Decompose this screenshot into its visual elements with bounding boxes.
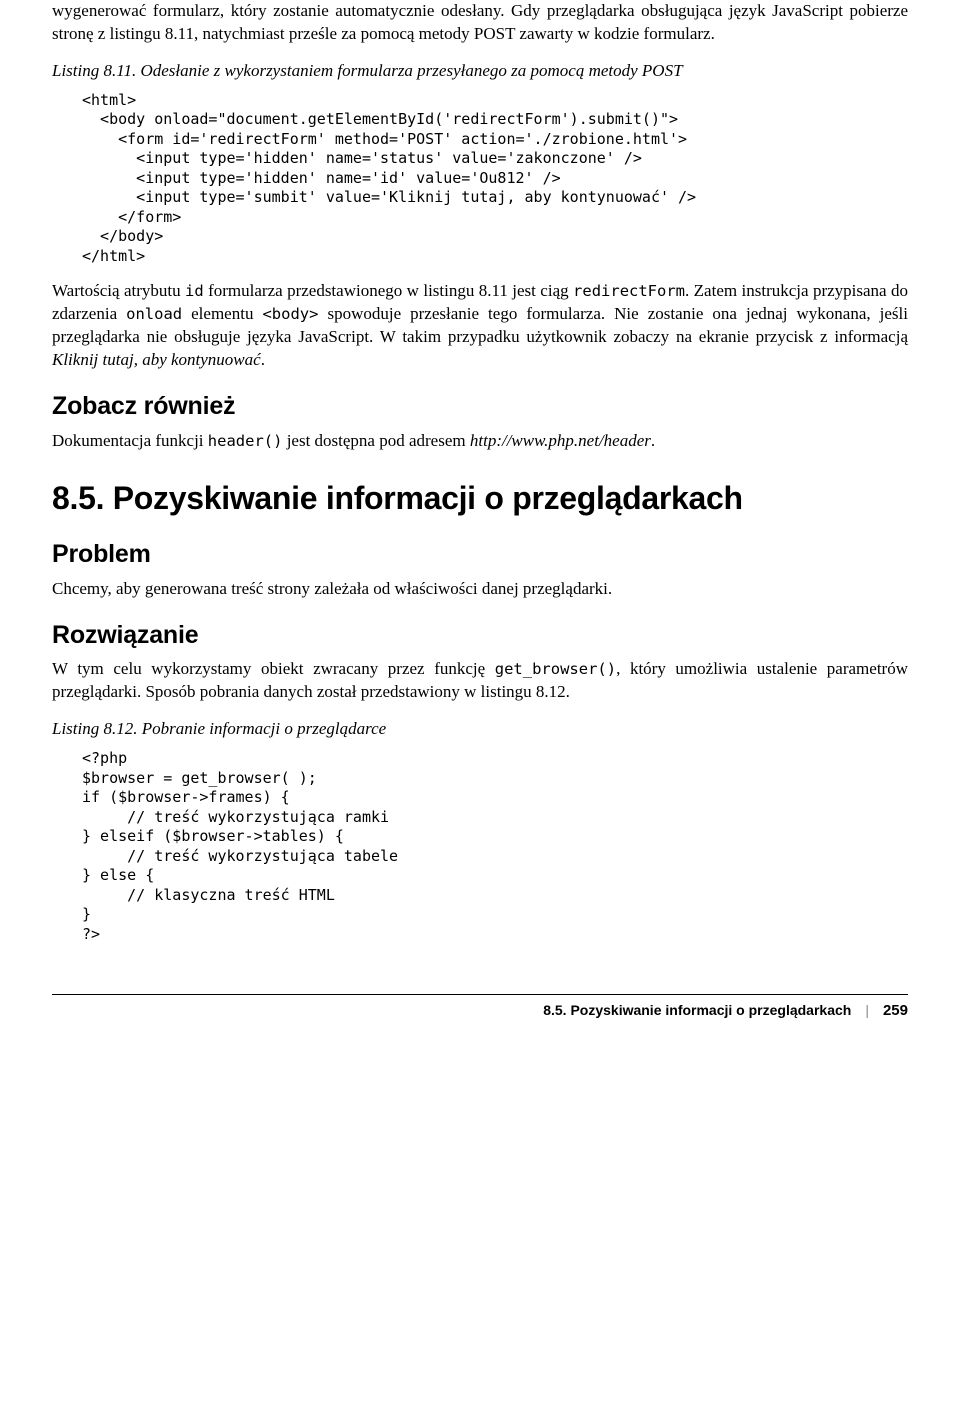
inline-code-onload: onload [126, 305, 182, 323]
text: elementu [182, 304, 262, 323]
url-header: http://www.php.net/header [470, 431, 651, 450]
listing-8-12-code: <?php $browser = get_browser( ); if ($br… [82, 749, 908, 944]
problem-paragraph: Chcemy, aby generowana treść strony zale… [52, 578, 908, 601]
solution-heading: Rozwiązanie [52, 619, 908, 653]
italic-kliknij: Kliknij tutaj, aby kontynuować [52, 350, 261, 369]
listing-8-12-caption: Listing 8.12. Pobranie informacji o prze… [52, 718, 908, 741]
inline-code-redirectform: redirectForm [573, 282, 685, 300]
see-also-paragraph: Dokumentacja funkcji header() jest dostę… [52, 430, 908, 453]
listing-8-11-code: <html> <body onload="document.getElement… [82, 91, 908, 267]
after-code-paragraph: Wartością atrybutu id formularza przedst… [52, 280, 908, 372]
problem-heading: Problem [52, 538, 908, 572]
text: Dokumentacja funkcji [52, 431, 208, 450]
section-8-5-heading: 8.5. Pozyskiwanie informacji o przegląda… [52, 477, 908, 520]
text: . [261, 350, 265, 369]
footer-separator: | [865, 1001, 869, 1020]
intro-paragraph: wygenerować formularz, który zostanie au… [52, 0, 908, 46]
inline-code-body: <body> [262, 305, 318, 323]
listing-8-11-caption: Listing 8.11. Odesłanie z wykorzystaniem… [52, 60, 908, 83]
inline-code-header: header() [208, 432, 283, 450]
text: Wartością atrybutu [52, 281, 185, 300]
footer-page-number: 259 [883, 1001, 908, 1021]
text: . [651, 431, 655, 450]
text: jest dostępna pod adresem [282, 431, 469, 450]
text: formularza przedstawionego w listingu 8.… [204, 281, 573, 300]
footer-section-title: 8.5. Pozyskiwanie informacji o przegląda… [543, 1001, 851, 1020]
solution-paragraph: W tym celu wykorzystamy obiekt zwracany … [52, 658, 908, 704]
inline-code-id: id [185, 282, 204, 300]
inline-code-getbrowser: get_browser() [495, 660, 616, 678]
text: W tym celu wykorzystamy obiekt zwracany … [52, 659, 495, 678]
see-also-heading: Zobacz również [52, 390, 908, 424]
page-footer: 8.5. Pozyskiwanie informacji o przegląda… [52, 994, 908, 1021]
